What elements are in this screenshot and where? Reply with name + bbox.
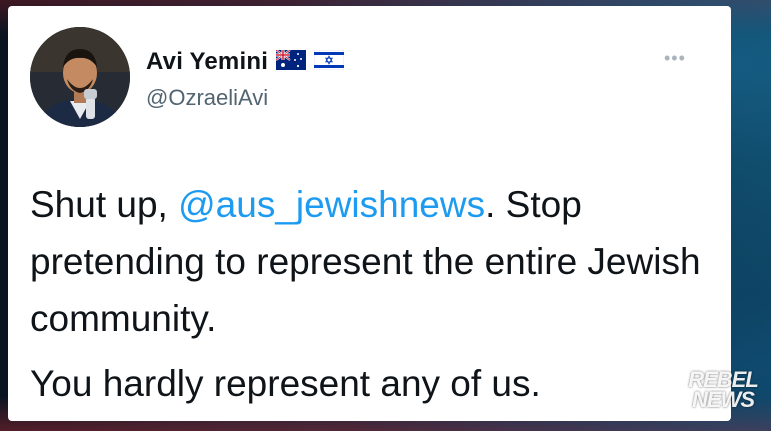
more-options-icon[interactable]: •••	[664, 48, 686, 69]
australia-flag-icon	[275, 48, 307, 75]
rebel-news-logo: REBEL NEWS	[683, 369, 763, 412]
tweet-card: Avi Yemini @OzraeliAvi ••• Shut up, @aus…	[8, 6, 731, 421]
mention-link[interactable]: @aus_jewishnews	[178, 184, 485, 225]
author-handle[interactable]: @OzraeliAvi	[146, 85, 268, 111]
avatar-photo-icon	[30, 27, 130, 127]
tweet-paragraph-2: You hardly represent any of us.	[30, 363, 541, 404]
tweet-paragraph-1: Shut up, @aus_jewishnews. Stop pretendin…	[30, 176, 720, 347]
author-display-name[interactable]: Avi Yemini	[146, 48, 268, 76]
logo-line-2: NEWS	[692, 387, 755, 412]
author-name-row: Avi Yemini	[146, 47, 345, 77]
israel-flag-icon	[313, 49, 345, 75]
tweet-text-segment: Shut up,	[30, 184, 179, 225]
avatar[interactable]	[30, 27, 130, 127]
tweet-text: Shut up, @aus_jewishnews. Stop pretendin…	[30, 176, 720, 412]
